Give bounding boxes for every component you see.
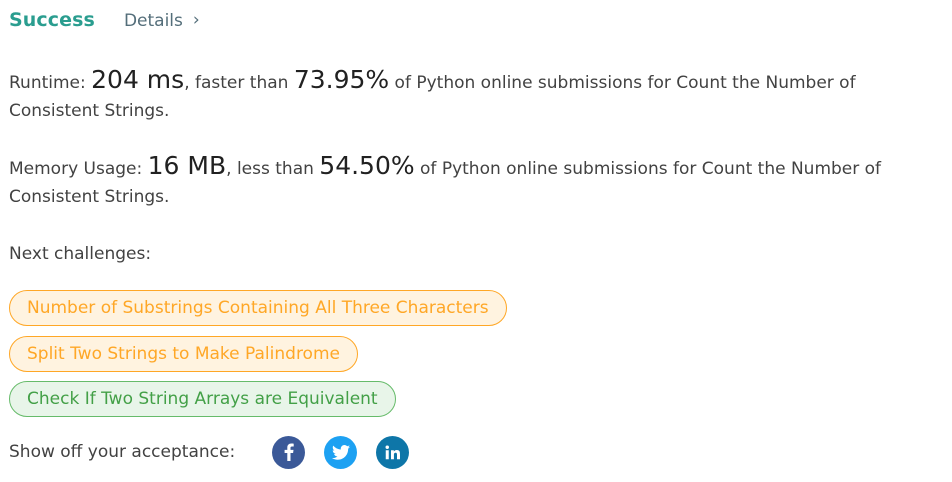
twitter-icon: [331, 444, 350, 460]
facebook-share-button[interactable]: [272, 435, 306, 469]
share-label: Show off your acceptance:: [9, 442, 236, 462]
details-label: Details: [123, 11, 183, 31]
memory-comparison: , less than: [226, 159, 314, 179]
memory-percent: 54.50%: [319, 151, 415, 180]
challenge-pill[interactable]: Split Two Strings to Make Palindrome: [9, 336, 358, 372]
memory-value: 16 MB: [147, 151, 227, 180]
runtime-stat: Runtime: 204 ms, faster than 73.95% of P…: [9, 66, 944, 125]
linkedin-share-button[interactable]: [376, 435, 410, 469]
share-row: Show off your acceptance:: [9, 434, 428, 470]
result-header: Success Details ›: [9, 9, 200, 31]
challenge-pill[interactable]: Check If Two String Arrays are Equivalen…: [9, 381, 396, 417]
runtime-label: Runtime:: [9, 73, 86, 93]
status-label: Success: [9, 9, 95, 31]
memory-label: Memory Usage:: [9, 159, 143, 179]
chevron-right-icon: ›: [192, 10, 200, 30]
challenge-pill[interactable]: Number of Substrings Containing All Thre…: [9, 290, 507, 326]
next-challenges-label: Next challenges:: [9, 244, 152, 264]
runtime-comparison: , faster than: [184, 73, 289, 93]
linkedin-icon: [385, 445, 401, 459]
details-link[interactable]: Details ›: [123, 10, 200, 31]
runtime-value: 204 ms: [91, 65, 185, 94]
runtime-percent: 73.95%: [293, 65, 390, 94]
twitter-share-button[interactable]: [324, 435, 358, 469]
memory-stat: Memory Usage: 16 MB, less than 54.50% of…: [9, 152, 944, 211]
facebook-icon: [284, 443, 294, 461]
